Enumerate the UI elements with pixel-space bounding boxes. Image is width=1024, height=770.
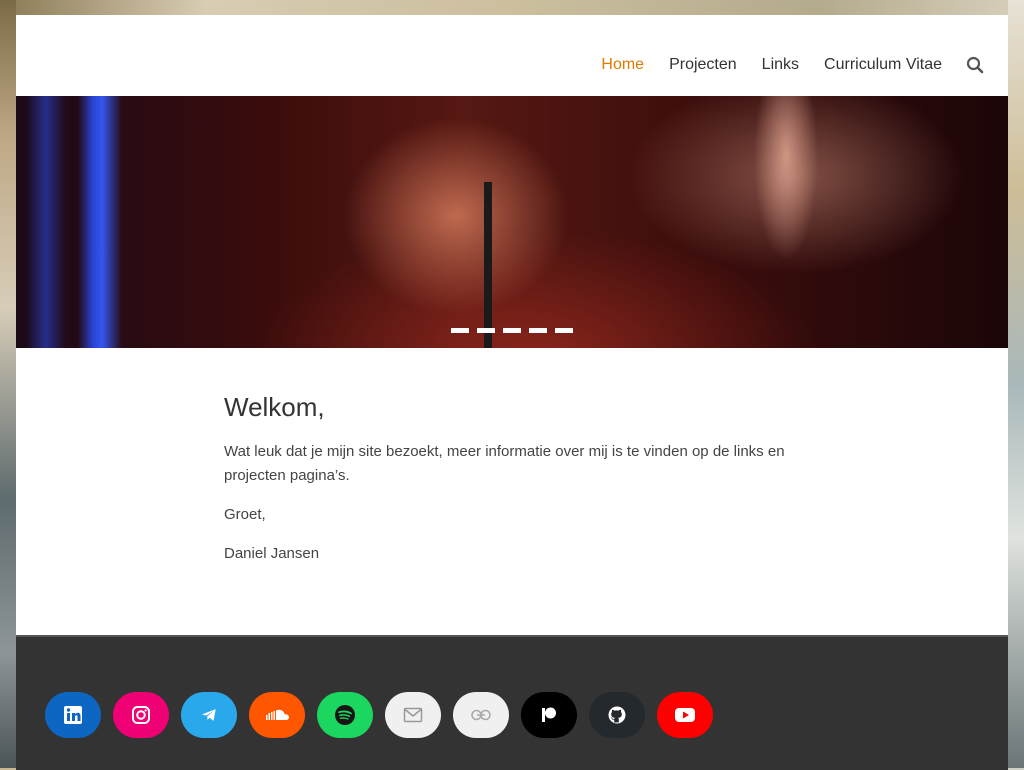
slider-dot[interactable] <box>451 328 469 333</box>
background-top <box>0 0 1024 15</box>
background-right <box>1008 0 1024 768</box>
stage-light <box>26 96 66 348</box>
background-left <box>0 0 16 768</box>
telegram-icon <box>201 709 216 721</box>
instagram-icon <box>132 706 150 724</box>
linkedin-link[interactable] <box>45 692 101 738</box>
slider-dot[interactable] <box>529 328 547 333</box>
site-footer <box>16 635 1008 770</box>
hero-photo-microphone <box>484 182 492 348</box>
nav-item-home[interactable]: Home <box>601 53 644 77</box>
youtube-link[interactable] <box>657 692 713 738</box>
page-title: Welkom, <box>224 392 325 422</box>
github-icon <box>608 706 626 724</box>
soundcloud-icon <box>266 709 289 720</box>
mail-link[interactable] <box>385 692 441 738</box>
social-links <box>45 692 713 738</box>
github-link[interactable] <box>589 692 645 738</box>
site-container: Home Projecten Links Curriculum Vitae We <box>16 15 1008 770</box>
main-content: Welkom, Wat leuk dat je mijn site bezoek… <box>16 348 1008 634</box>
site-header: Home Projecten Links Curriculum Vitae <box>16 15 1008 96</box>
intro-text: Wat leuk dat je mijn site bezoekt, meer … <box>224 443 785 484</box>
soundcloud-link[interactable] <box>249 692 305 738</box>
mail-icon <box>403 707 423 723</box>
greeting-text: Groet, <box>224 506 266 523</box>
search-icon[interactable] <box>966 56 984 74</box>
link-icon <box>471 709 491 721</box>
telegram-link[interactable] <box>181 692 237 738</box>
spotify-icon <box>335 705 355 725</box>
main-navigation: Home Projecten Links Curriculum Vitae <box>576 53 984 77</box>
patreon-icon <box>542 707 556 722</box>
signature-text: Daniel Jansen <box>224 545 320 562</box>
slider-dot[interactable] <box>555 328 573 333</box>
nav-item-projecten[interactable]: Projecten <box>669 53 737 77</box>
website-link[interactable] <box>453 692 509 738</box>
hero-slider[interactable] <box>16 96 1008 348</box>
slider-pagination <box>451 328 573 333</box>
instagram-link[interactable] <box>113 692 169 738</box>
nav-item-curriculum-vitae[interactable]: Curriculum Vitae <box>824 53 942 77</box>
stage-light <box>78 96 122 348</box>
linkedin-icon <box>64 706 82 724</box>
slider-dot[interactable] <box>503 328 521 333</box>
patreon-link[interactable] <box>521 692 577 738</box>
youtube-icon <box>675 708 695 722</box>
slider-dot[interactable] <box>477 328 495 333</box>
spotify-link[interactable] <box>317 692 373 738</box>
hero-photo-arm <box>746 96 826 348</box>
nav-item-links[interactable]: Links <box>762 53 799 77</box>
